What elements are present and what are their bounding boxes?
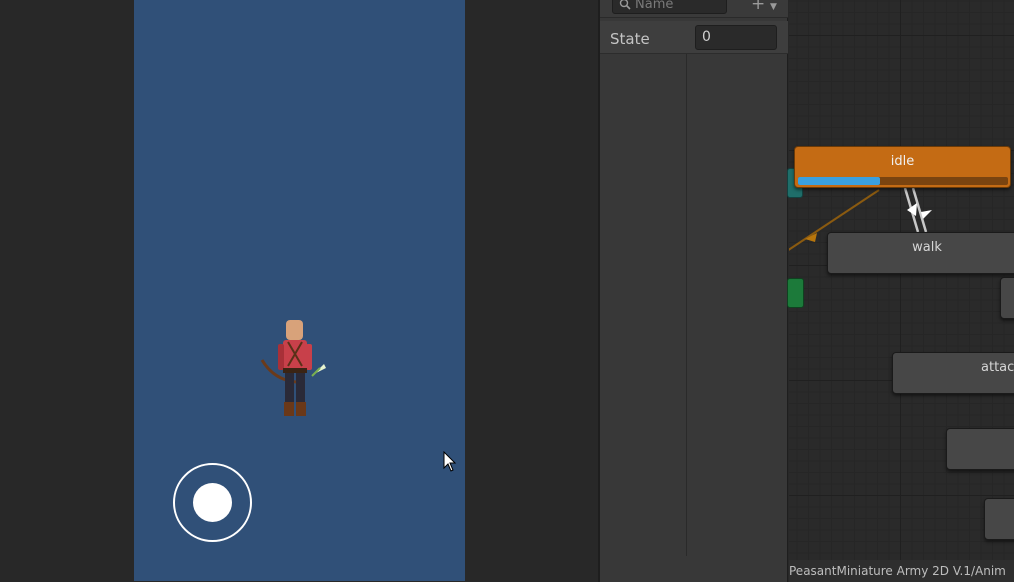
game-canvas[interactable] <box>134 0 465 581</box>
state-progress-bar <box>798 177 1008 185</box>
virtual-joystick[interactable] <box>173 463 252 542</box>
state-label: walk <box>912 240 942 255</box>
mouse-cursor-icon <box>443 451 457 472</box>
state-node-idle[interactable]: idle <box>794 146 1011 188</box>
parameters-panel: Name + ▼ State 0 <box>598 0 788 582</box>
archer-character-sprite <box>260 320 326 416</box>
column-divider <box>686 54 687 556</box>
state-label: idle <box>890 154 915 169</box>
parameter-search-input[interactable]: Name <box>612 0 727 14</box>
plus-icon: + <box>751 0 766 14</box>
parameter-value-input[interactable]: 0 <box>695 25 777 50</box>
asset-path-label: PeasantMiniature Army 2D V.1/Anim <box>789 560 1014 582</box>
state-node[interactable] <box>946 428 1014 470</box>
parameter-row[interactable]: State 0 <box>600 21 788 54</box>
state-node-attack[interactable]: attac <box>892 352 1014 394</box>
search-placeholder: Name <box>635 0 674 12</box>
dropdown-arrow-icon: ▼ <box>770 2 777 12</box>
state-node[interactable] <box>984 498 1014 540</box>
parameters-toolbar: Name + ▼ <box>600 0 788 18</box>
game-view <box>0 0 598 582</box>
animator-graph[interactable]: idle walk attac PeasantMiniature Army 2D… <box>787 0 1014 582</box>
state-node[interactable] <box>1000 277 1014 319</box>
editor-window: Name + ▼ State 0 idle walk attac Peasant… <box>0 0 1014 582</box>
parameter-name: State <box>610 30 650 48</box>
state-node-walk[interactable]: walk <box>827 232 1014 274</box>
state-label: attac <box>981 360 1014 375</box>
search-icon <box>619 0 631 10</box>
any-state-node[interactable] <box>787 278 804 308</box>
add-parameter-button[interactable]: + ▼ <box>751 0 781 13</box>
joystick-knob[interactable] <box>193 483 232 522</box>
transition-links <box>789 187 932 251</box>
state-progress-fill <box>798 177 880 185</box>
